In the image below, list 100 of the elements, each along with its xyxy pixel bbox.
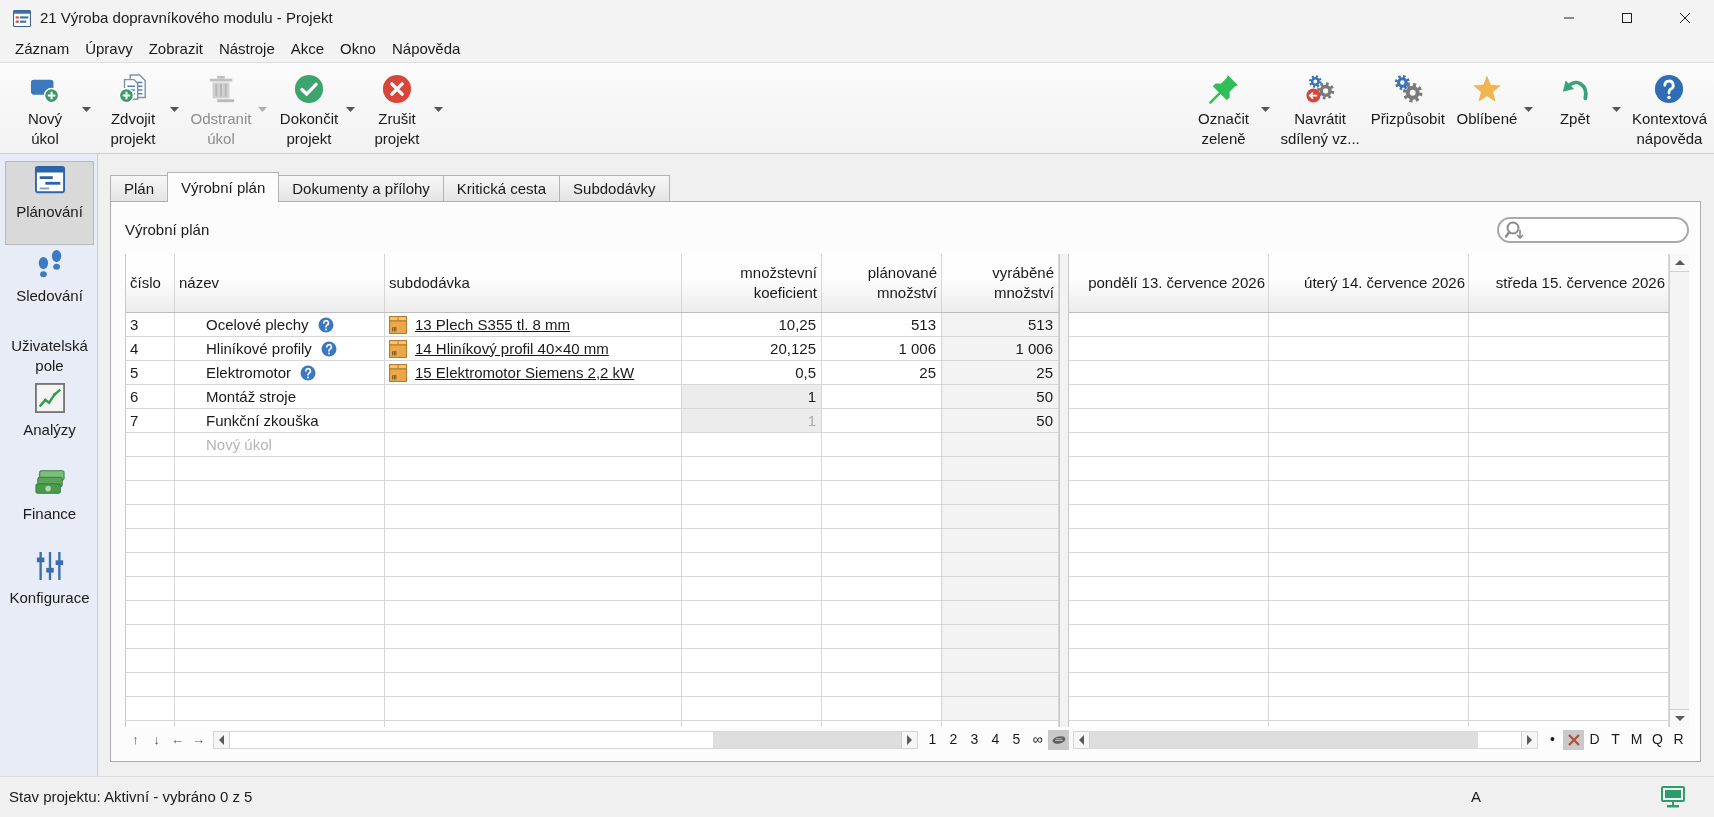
line-chart-icon	[34, 383, 65, 413]
scroll-left-button[interactable]	[1074, 732, 1090, 748]
toolbar-button[interactable]: Navrátit sdílený vz...	[1277, 74, 1363, 149]
toolbar-button[interactable]: Zrušit projekt	[363, 74, 431, 149]
scrollbar-thumb[interactable]	[713, 732, 901, 748]
zoom-level-button[interactable]: 5	[1006, 730, 1027, 750]
caret-icon	[1260, 107, 1270, 112]
menu-item[interactable]: Záznam	[7, 38, 78, 60]
task-name: Elektromotor	[206, 362, 292, 383]
right-triangle-icon	[907, 735, 912, 745]
date-header[interactable]: úterý 14. července 2026	[1269, 254, 1469, 312]
help-icon[interactable]	[300, 364, 317, 381]
time-scale-button[interactable]: D	[1584, 730, 1605, 750]
left-triangle-icon	[1079, 735, 1084, 745]
dropdown-button[interactable]	[1611, 107, 1621, 112]
oval-icon	[1051, 735, 1066, 745]
column-header[interactable]: množstevní koeficient	[682, 254, 822, 312]
task-name: Hliníkové profily	[206, 338, 312, 359]
time-scale-button[interactable]	[1563, 730, 1584, 750]
subdelivery-link[interactable]: 14 Hliníkový profil 40×40 mm	[415, 338, 609, 359]
task-name: Montáž stroje	[206, 386, 297, 407]
menu-item[interactable]: Úpravy	[77, 38, 141, 60]
arrow-button[interactable]: ↓	[146, 731, 167, 749]
produced-quantity: 513	[942, 313, 1059, 337]
scroll-left-button[interactable]	[214, 732, 230, 748]
toolbar-button[interactable]: Zdvojit projekt	[99, 74, 167, 149]
tab[interactable]: Kritická cesta	[442, 175, 561, 201]
time-scale-button[interactable]: Q	[1647, 730, 1668, 750]
tab[interactable]: Dokumenty a přílohy	[278, 175, 444, 201]
help-icon	[1654, 74, 1685, 104]
row-number: 4	[129, 338, 140, 359]
tab[interactable]: Plán	[110, 175, 169, 201]
scrollbar-thumb[interactable]	[1090, 732, 1478, 748]
vertical-scrollbar[interactable]	[1669, 254, 1689, 727]
time-scale-button[interactable]: •	[1542, 730, 1563, 750]
tab[interactable]: Subdodávky	[559, 175, 670, 201]
arrow-button[interactable]: ←	[167, 731, 188, 749]
horizontal-scrollbar[interactable]	[213, 731, 918, 749]
produced-quantity: 50	[942, 385, 1059, 409]
horizontal-scrollbar[interactable]	[1073, 731, 1538, 749]
toolbar-button[interactable]: Přizpůsobit	[1367, 74, 1448, 129]
column-header[interactable]: subdodávka	[385, 254, 682, 312]
dropdown-button[interactable]	[1523, 107, 1533, 112]
toolbar-button[interactable]: Zpět	[1540, 74, 1609, 129]
dropdown-button[interactable]	[434, 107, 443, 112]
sidebar-item[interactable]: Konfigurace	[5, 547, 94, 631]
subdelivery-link[interactable]: 15 Elektromotor Siemens 2,2 kW	[415, 362, 635, 383]
menu-item[interactable]: Akce	[282, 38, 333, 60]
help-icon[interactable]	[320, 340, 337, 357]
zoom-level-button[interactable]: 4	[985, 730, 1006, 750]
zoom-level-button[interactable]: 3	[964, 730, 985, 750]
time-scale-button[interactable]: R	[1668, 730, 1689, 750]
task-name: Ocelové plechy	[206, 314, 309, 335]
coefficient-value: 0,5	[794, 362, 817, 383]
menu-item[interactable]: Nápověda	[383, 38, 469, 60]
sidebar-item[interactable]: Sledování	[5, 245, 94, 329]
toolbar-button[interactable]: Označit zeleně	[1189, 74, 1258, 149]
cross-icon	[1567, 734, 1580, 746]
zoom-level-button[interactable]: ∞	[1027, 730, 1048, 750]
toolbar-button[interactable]: Oblíbené	[1452, 74, 1521, 129]
sidebar-item[interactable]: Finance	[5, 463, 94, 547]
dropdown-button[interactable]	[170, 107, 179, 112]
gears-icon	[1392, 74, 1423, 104]
time-scale-button[interactable]: T	[1605, 730, 1626, 750]
column-header[interactable]: plánované množství	[822, 254, 942, 312]
zoom-level-button[interactable]: 1	[922, 730, 943, 750]
arrow-button[interactable]: →	[188, 731, 209, 749]
date-header[interactable]: pondělí 13. července 2026	[1069, 254, 1269, 312]
search-field[interactable]	[1497, 217, 1689, 243]
scroll-right-button[interactable]	[1521, 732, 1537, 748]
sidebar-item[interactable]: Analýzy	[5, 379, 94, 463]
produced-quantity: 50	[942, 409, 1059, 433]
banknotes-icon	[34, 467, 65, 497]
close-icon	[1680, 13, 1690, 23]
sidebar-item[interactable]: Plánování	[5, 161, 94, 245]
scroll-up-button[interactable]	[1670, 254, 1689, 272]
dropdown-button[interactable]	[346, 107, 355, 112]
arrow-button[interactable]: ↑	[125, 731, 146, 749]
coefficient-value: 1	[682, 409, 822, 433]
dropdown-button[interactable]	[82, 107, 91, 112]
tab[interactable]: Výrobní plán	[167, 172, 280, 202]
dropdown-button[interactable]	[1260, 107, 1270, 112]
scroll-right-button[interactable]	[901, 732, 917, 748]
menu-item[interactable]: Zobrazit	[140, 38, 211, 60]
column-header[interactable]: číslo	[126, 254, 175, 312]
monitor-icon	[1661, 786, 1685, 808]
zoom-level-button[interactable]	[1048, 730, 1069, 750]
scroll-down-button[interactable]	[1670, 709, 1689, 727]
toolbar-button[interactable]: Kontextová nápověda	[1628, 74, 1710, 149]
zoom-level-button[interactable]: 2	[943, 730, 964, 750]
toolbar-button[interactable]: Nový úkol	[11, 74, 79, 149]
column-header[interactable]: název	[175, 254, 385, 312]
help-icon[interactable]	[317, 316, 334, 333]
menu-item[interactable]: Nástroje	[210, 38, 283, 60]
time-scale-button[interactable]: M	[1626, 730, 1647, 750]
toolbar-button[interactable]: Dokončit projekt	[275, 74, 343, 149]
menu-item[interactable]: Okno	[332, 38, 384, 60]
sidebar-item[interactable]: Uživatelská pole	[5, 329, 94, 379]
subdelivery-link[interactable]: 13 Plech S355 tl. 8 mm	[415, 314, 571, 335]
task-name: Funkční zkouška	[206, 410, 319, 431]
